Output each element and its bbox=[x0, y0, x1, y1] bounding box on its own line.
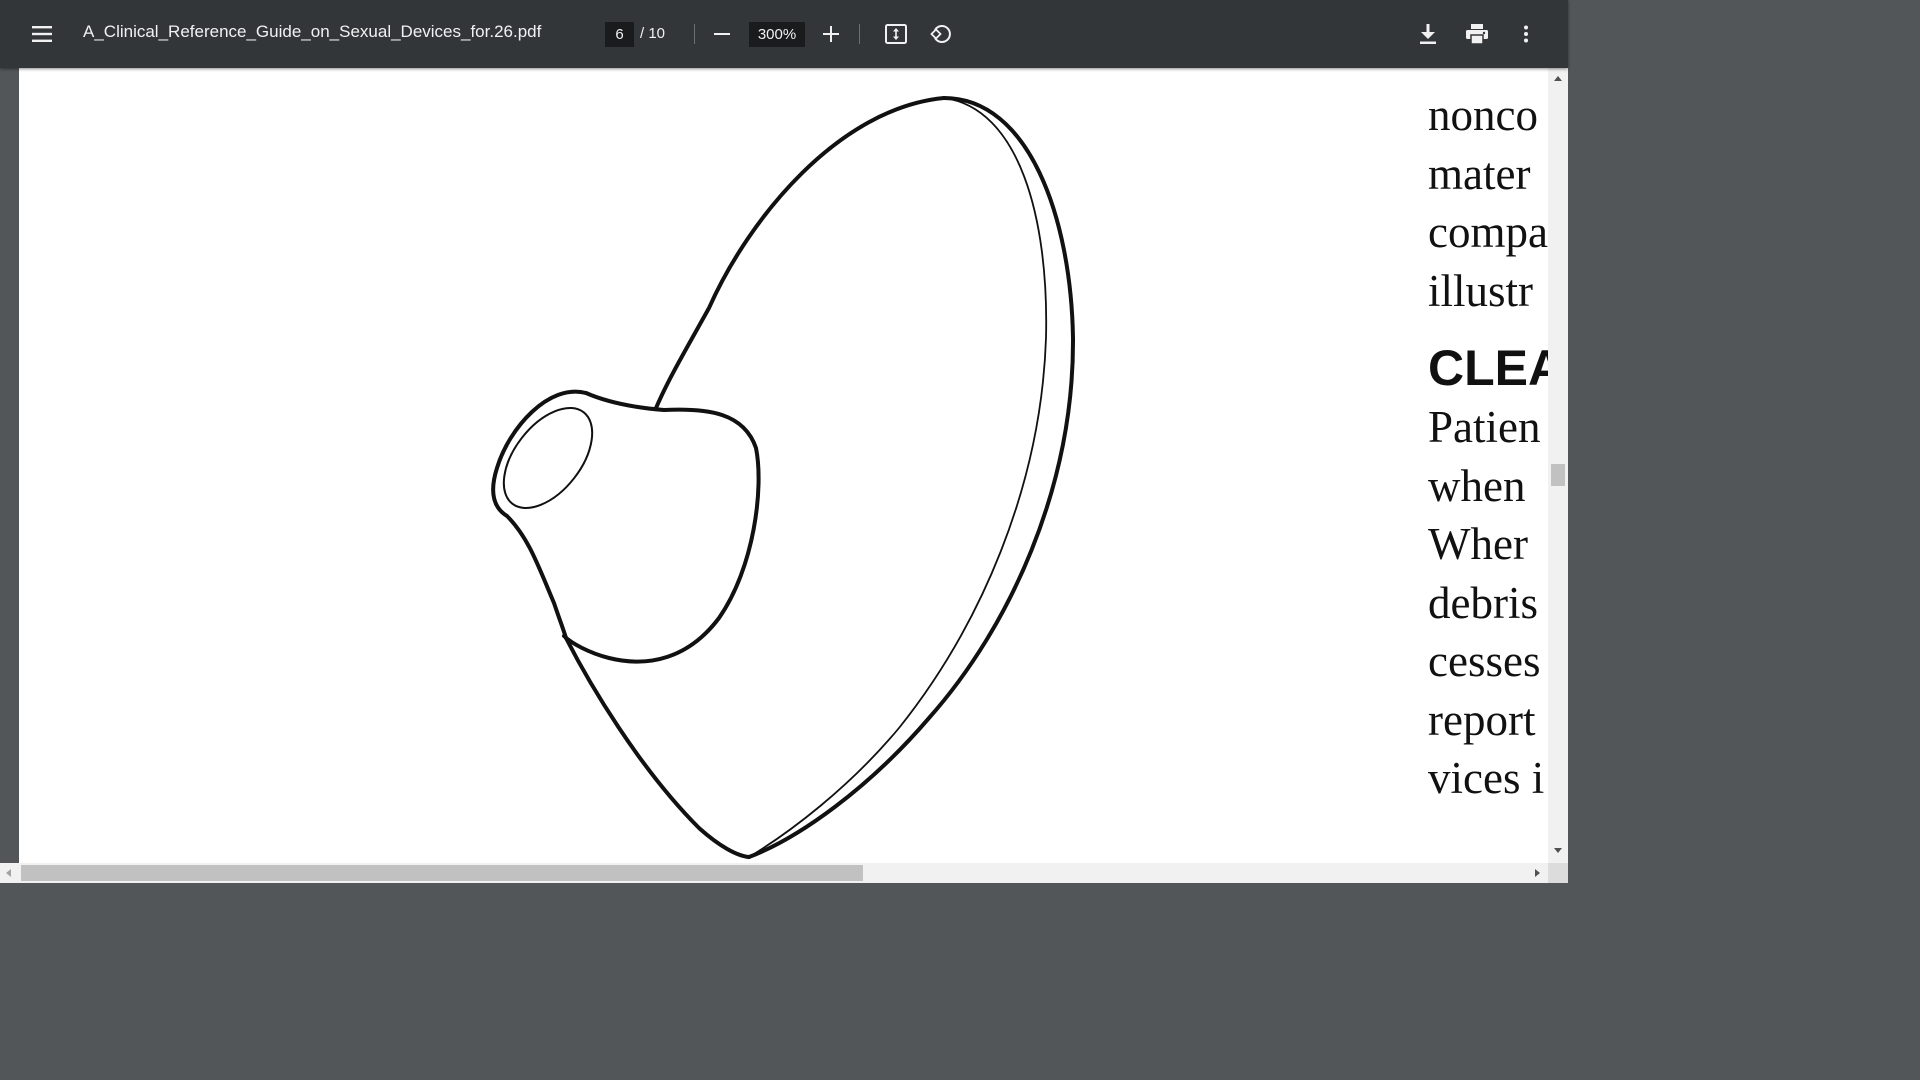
body-text-line: illustr bbox=[1428, 265, 1534, 316]
page-total: / 10 bbox=[640, 25, 666, 42]
pdf-toolbar: A_Clinical_Reference_Guide_on_Sexual_Dev… bbox=[0, 0, 1568, 68]
horizontal-scroll-thumb[interactable] bbox=[21, 865, 863, 881]
section-heading: CLEA bbox=[1428, 340, 1548, 396]
more-options-icon[interactable] bbox=[1511, 19, 1541, 49]
pdf-page: nonco mater compa illustr CLEA Patien wh… bbox=[19, 68, 1548, 863]
toolbar-divider bbox=[694, 24, 695, 44]
print-icon[interactable] bbox=[1462, 19, 1492, 49]
device-illustration bbox=[491, 96, 1076, 859]
body-text-line: nonco bbox=[1428, 90, 1538, 140]
scroll-right-arrow-icon[interactable] bbox=[1535, 869, 1540, 877]
body-text-line: Patien bbox=[1428, 402, 1541, 452]
body-text-line: compa bbox=[1428, 207, 1548, 257]
rotate-icon[interactable] bbox=[925, 19, 955, 49]
scrollbar-corner bbox=[1548, 863, 1568, 883]
scroll-up-arrow-icon[interactable] bbox=[1554, 76, 1562, 81]
zoom-out-icon[interactable] bbox=[708, 20, 736, 48]
vertical-scroll-thumb[interactable] bbox=[1551, 464, 1565, 486]
page-text-column: nonco mater compa illustr CLEA Patien wh… bbox=[1428, 86, 1548, 808]
fit-page-icon[interactable] bbox=[881, 19, 911, 49]
download-icon[interactable] bbox=[1413, 19, 1443, 49]
body-text-line: debris bbox=[1428, 577, 1538, 628]
scroll-left-arrow-icon[interactable] bbox=[6, 869, 11, 877]
body-text-line: when bbox=[1428, 460, 1526, 511]
body-text-line: Wher bbox=[1428, 519, 1528, 569]
zoom-level-input[interactable]: 300% bbox=[749, 22, 805, 47]
toolbar-divider bbox=[859, 24, 860, 44]
scroll-down-arrow-icon[interactable] bbox=[1554, 848, 1562, 853]
zoom-in-icon[interactable] bbox=[817, 20, 845, 48]
body-text-line: vices i bbox=[1428, 753, 1545, 803]
body-text-line: mater bbox=[1428, 148, 1531, 199]
document-title: A_Clinical_Reference_Guide_on_Sexual_Dev… bbox=[83, 22, 542, 41]
body-text-line: cesses bbox=[1428, 636, 1541, 686]
menu-icon[interactable] bbox=[26, 19, 58, 49]
body-text-line: report bbox=[1428, 694, 1536, 745]
page-number-input[interactable]: 6 bbox=[605, 22, 634, 47]
